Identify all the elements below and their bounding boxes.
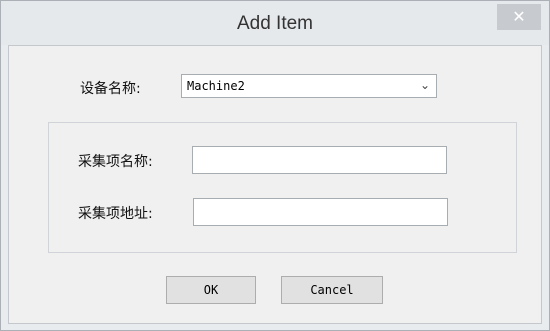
cancel-button[interactable]: Cancel xyxy=(281,276,383,304)
item-name-label: 采集项名称: xyxy=(78,154,153,170)
add-item-dialog: Add Item ✕ 设备名称: Machine2 ⌄ 采集项名称: 采集项地址… xyxy=(0,0,550,331)
close-icon: ✕ xyxy=(512,7,526,26)
item-address-label: 采集项地址: xyxy=(78,206,153,222)
device-name-value: Machine2 xyxy=(187,79,245,93)
dialog-title: Add Item xyxy=(236,13,314,34)
item-address-input[interactable] xyxy=(193,198,448,226)
item-name-input[interactable] xyxy=(192,146,447,174)
dialog-body: 设备名称: Machine2 ⌄ 采集项名称: 采集项地址: OK Cancel xyxy=(8,45,542,324)
device-name-select[interactable]: Machine2 ⌄ xyxy=(181,74,437,98)
device-name-label: 设备名称: xyxy=(80,81,141,97)
close-button[interactable]: ✕ xyxy=(497,4,541,30)
chevron-down-icon[interactable]: ⌄ xyxy=(420,78,430,92)
title-bar[interactable]: Add Item ✕ xyxy=(1,1,549,45)
ok-button[interactable]: OK xyxy=(166,276,256,304)
item-details-group: 采集项名称: 采集项地址: xyxy=(48,122,517,253)
